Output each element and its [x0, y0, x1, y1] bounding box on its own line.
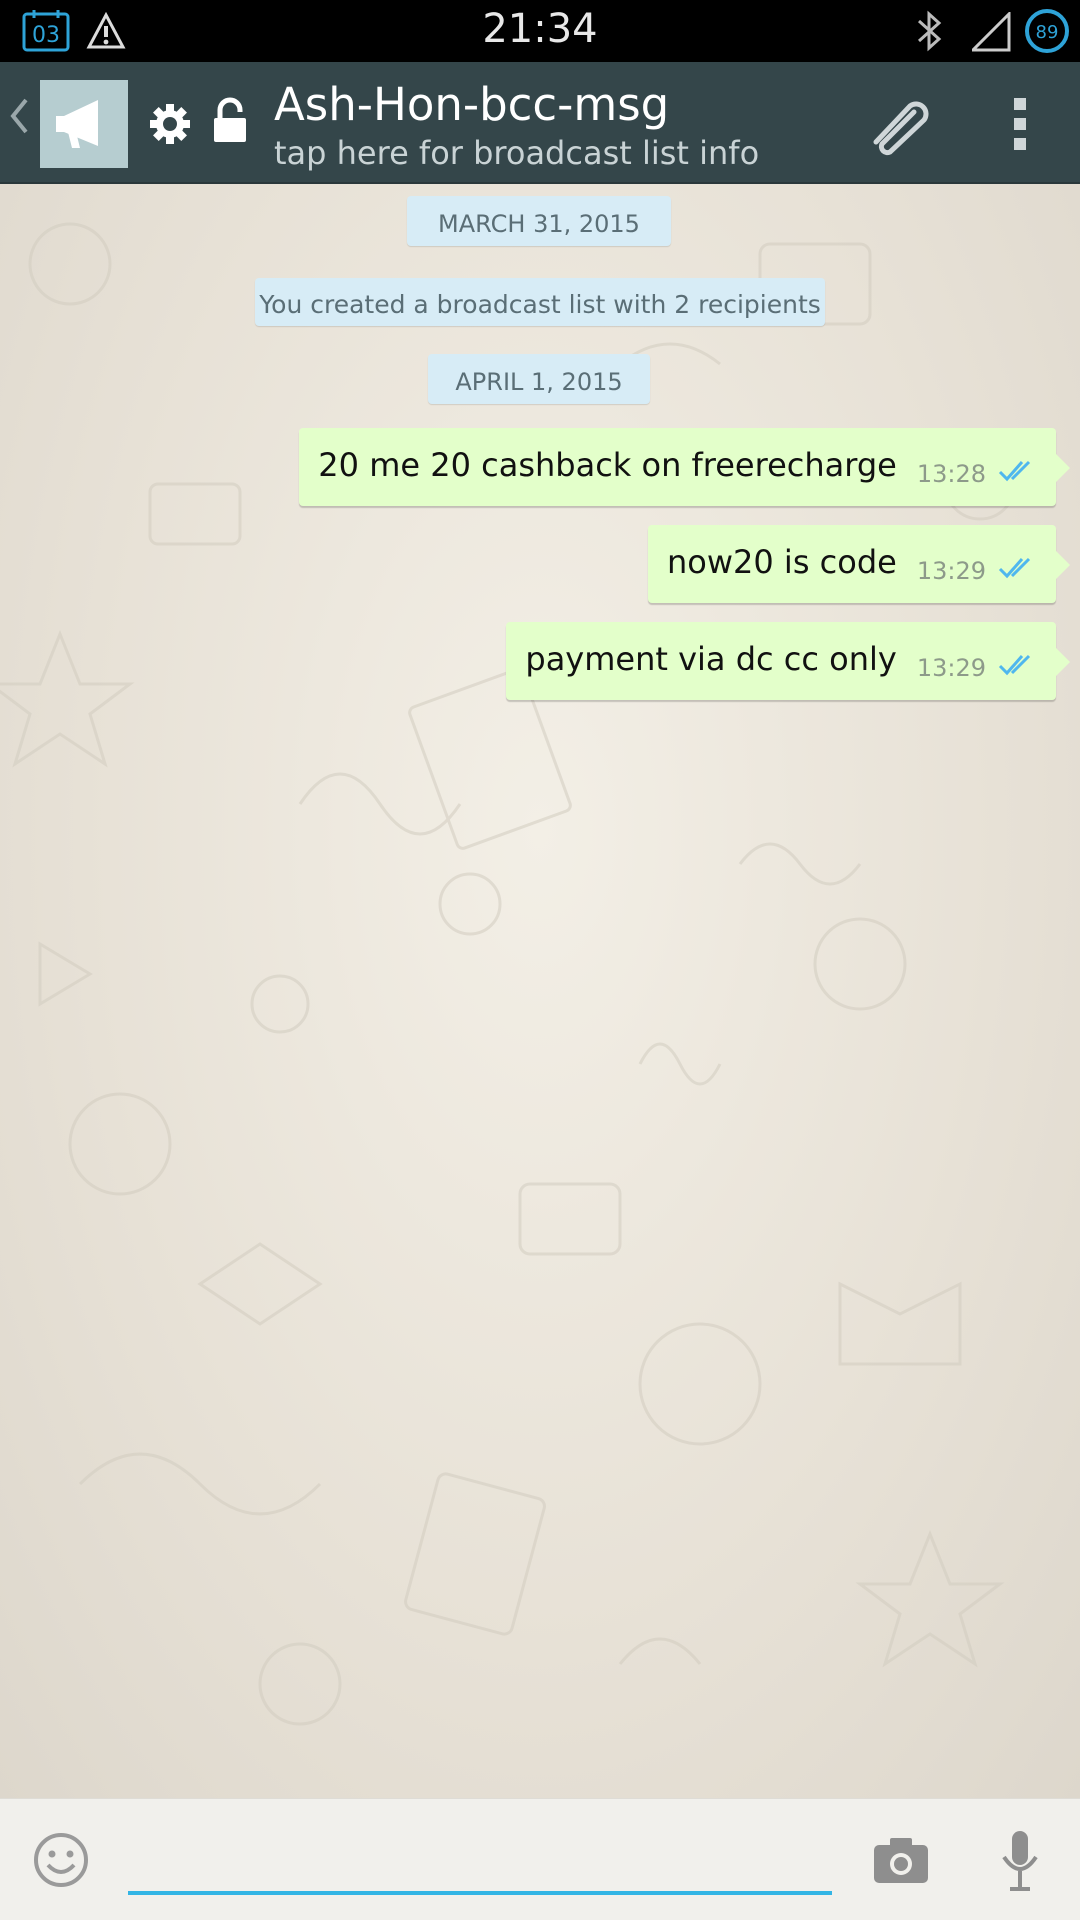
back-chevron-icon[interactable]	[8, 96, 30, 147]
message-text: payment via dc cc only	[525, 640, 897, 678]
double-check-icon	[998, 555, 1038, 585]
broadcast-megaphone-icon	[56, 100, 98, 148]
message-text: 20 me 20 cashback on freerecharge	[318, 446, 897, 484]
chat-header[interactable]: Ash-Hon-bcc-msg tap here for broadcast l…	[0, 62, 1080, 184]
message-bubble[interactable]: 20 me 20 cashback on freerecharge 13:28	[299, 428, 1070, 506]
chat-area[interactable]: MARCH 31, 2015 You created a broadcast l…	[0, 184, 1080, 1798]
overflow-menu-icon[interactable]	[1008, 96, 1032, 156]
battery-level: 89	[1036, 22, 1059, 43]
status-bar: 03 21:34 89	[0, 0, 1080, 62]
chat-title[interactable]: Ash-Hon-bcc-msg	[274, 78, 669, 131]
lock-icon	[210, 96, 250, 150]
message-time: 13:28	[916, 460, 986, 488]
bluetooth-icon	[914, 8, 944, 58]
wallpaper-doodle	[0, 222, 1017, 1726]
gear-icon	[148, 102, 192, 150]
date-divider: MARCH 31, 2015	[407, 196, 671, 246]
message-time: 13:29	[916, 557, 986, 585]
message-input[interactable]	[128, 1815, 832, 1895]
battery-icon: 89	[1024, 8, 1070, 58]
double-check-icon	[998, 458, 1038, 488]
camera-icon[interactable]	[872, 1835, 930, 1889]
compose-bar	[0, 1798, 1080, 1920]
message-bubble[interactable]: payment via dc cc only 13:29	[506, 622, 1070, 700]
broadcast-avatar[interactable]	[40, 80, 128, 168]
system-message: You created a broadcast list with 2 reci…	[255, 278, 825, 326]
paperclip-icon[interactable]	[862, 90, 934, 160]
microphone-icon[interactable]	[1000, 1829, 1040, 1897]
chat-subtitle[interactable]: tap here for broadcast list info	[274, 134, 759, 172]
signal-icon	[969, 10, 1012, 56]
message-time: 13:29	[916, 654, 986, 682]
emoji-icon[interactable]	[32, 1831, 90, 1893]
date-divider: APRIL 1, 2015	[428, 354, 650, 404]
message-bubble[interactable]: now20 is code 13:29	[648, 525, 1070, 603]
double-check-icon	[998, 652, 1038, 682]
message-text: now20 is code	[667, 543, 897, 581]
